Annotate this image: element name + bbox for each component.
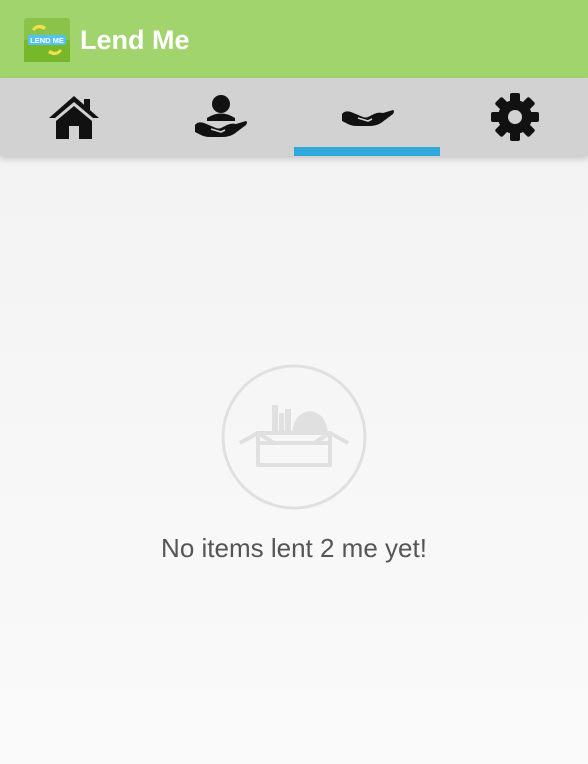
tab-borrowed[interactable] [294,78,441,156]
app-screen: LEND ME Lend Me No items lent 2 me yet! [0,0,588,764]
app-title: Lend Me [80,25,190,55]
svg-text:LEND ME: LEND ME [30,36,64,45]
tab-home[interactable] [0,78,147,156]
empty-box-icon [221,364,367,510]
tab-lent[interactable] [147,78,294,156]
selected-tab-indicator [294,147,440,156]
tab-bar [0,78,588,156]
app-logo: LEND ME [24,18,70,62]
gear-icon [490,93,539,141]
empty-state-message: No items lent 2 me yet! [161,533,427,563]
open-hand-icon [341,110,394,126]
person-in-hand-icon [194,95,247,137]
home-icon [48,96,99,139]
app-bar: LEND ME Lend Me [0,0,588,78]
tab-settings[interactable] [441,78,588,156]
